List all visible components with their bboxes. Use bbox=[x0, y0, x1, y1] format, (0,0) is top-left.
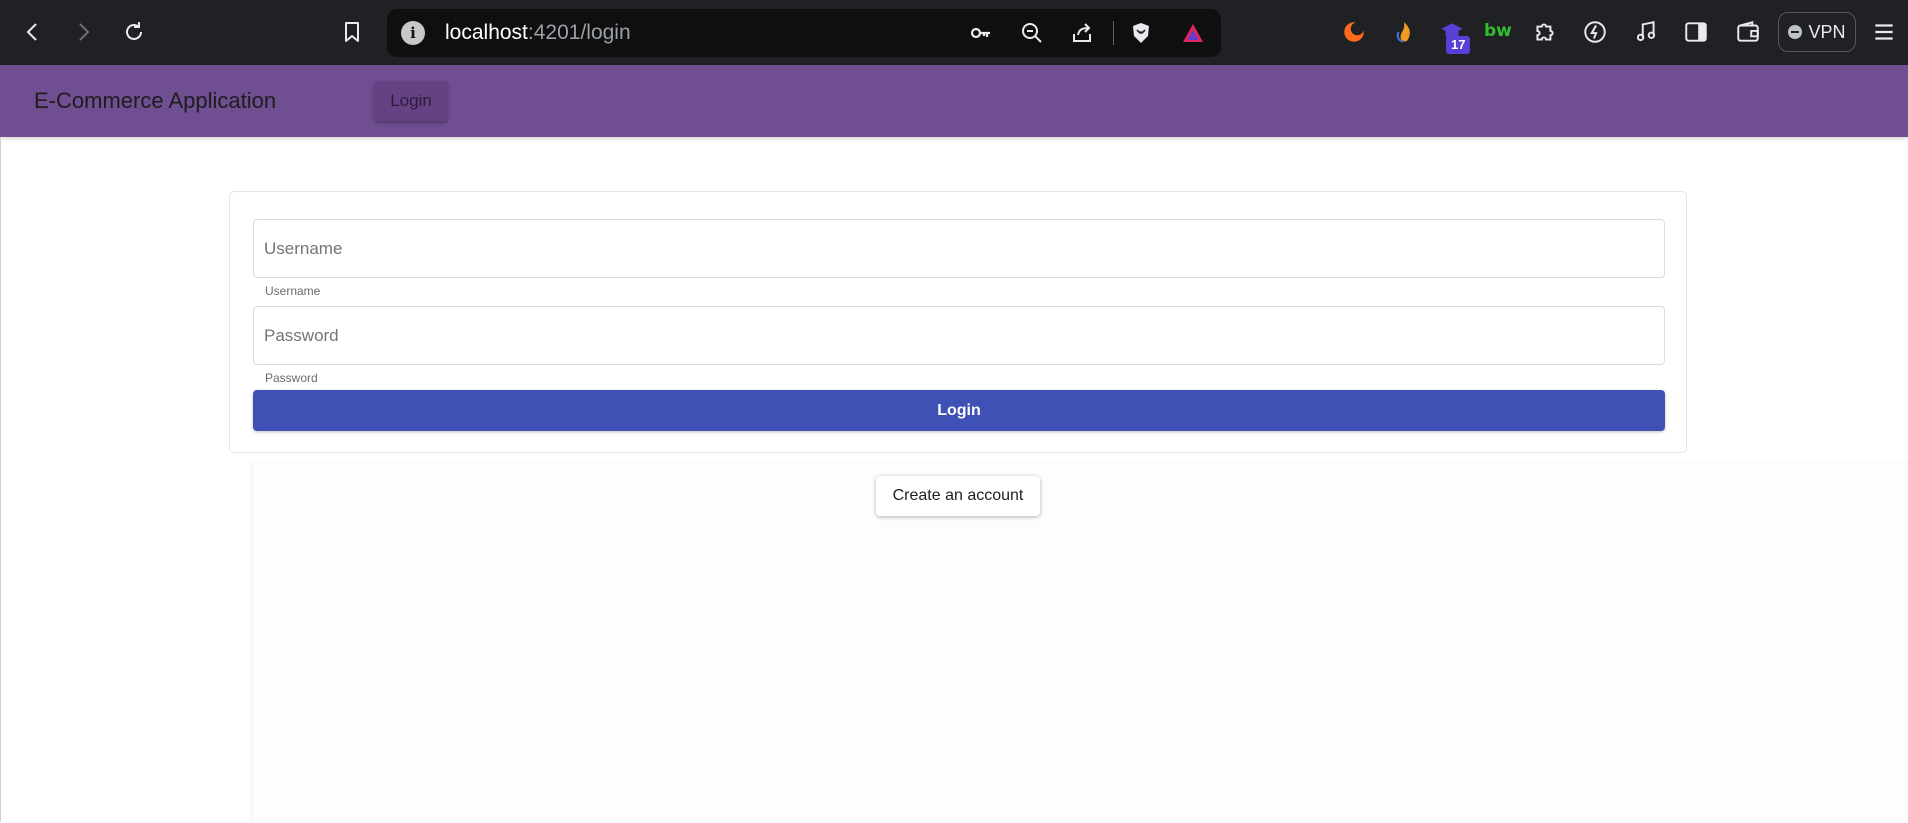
brave-rewards-icon[interactable] bbox=[1179, 19, 1207, 47]
reload-button[interactable] bbox=[115, 13, 153, 51]
login-card: Username Password Login bbox=[229, 191, 1687, 453]
nav-login-button[interactable]: Login bbox=[374, 81, 448, 121]
chevron-left-icon bbox=[26, 23, 37, 41]
menu-hamburger-icon[interactable] bbox=[1869, 17, 1899, 47]
wallet-icon[interactable] bbox=[1733, 17, 1763, 47]
share-icon[interactable] bbox=[1068, 19, 1096, 47]
site-info-icon[interactable]: i bbox=[401, 21, 425, 45]
extension-moon-icon[interactable] bbox=[1339, 17, 1369, 47]
app-title: E-Commerce Application bbox=[34, 88, 277, 113]
reload-icon bbox=[126, 22, 142, 40]
divider bbox=[1113, 21, 1114, 45]
bookmark-icon bbox=[345, 22, 359, 42]
vpn-status-icon bbox=[1788, 25, 1803, 39]
create-account-button[interactable]: Create an account bbox=[876, 476, 1040, 516]
address-bar[interactable]: i localhost:4201/login bbox=[387, 9, 1221, 57]
vpn-button[interactable]: VPN bbox=[1778, 12, 1856, 52]
brave-shields-icon[interactable] bbox=[1127, 19, 1155, 47]
sidebar-toggle-icon[interactable] bbox=[1681, 17, 1711, 47]
app-toolbar: E-Commerce Application Login bbox=[0, 65, 1908, 137]
vpn-label: VPN bbox=[1808, 21, 1846, 42]
media-music-icon[interactable] bbox=[1631, 17, 1661, 47]
login-submit-button[interactable]: Login bbox=[253, 390, 1665, 431]
zoom-out-icon[interactable] bbox=[1018, 19, 1046, 47]
password-input[interactable] bbox=[254, 307, 1664, 364]
back-button[interactable] bbox=[14, 13, 52, 51]
url-host: localhost bbox=[445, 21, 528, 44]
chevron-right-icon bbox=[79, 23, 90, 41]
extension-flame-icon[interactable] bbox=[1389, 17, 1419, 47]
leo-assistant-icon[interactable] bbox=[1580, 17, 1610, 47]
password-hint: Password bbox=[265, 371, 318, 385]
bookmark-button[interactable] bbox=[333, 13, 371, 51]
forward-button[interactable] bbox=[64, 13, 102, 51]
key-icon[interactable] bbox=[967, 19, 995, 47]
username-field-container bbox=[253, 219, 1665, 278]
content-background bbox=[251, 462, 1908, 823]
browser-toolbar: i localhost:4201/login 17 bw VPN bbox=[0, 0, 1908, 66]
username-hint: Username bbox=[265, 284, 321, 298]
url-text[interactable]: localhost:4201/login bbox=[445, 21, 631, 45]
extensions-puzzle-icon[interactable] bbox=[1530, 17, 1560, 47]
extension-badge: 17 bbox=[1446, 36, 1471, 54]
username-input[interactable] bbox=[254, 220, 1664, 277]
extension-bw-icon[interactable]: bw bbox=[1484, 21, 1512, 41]
password-field-container bbox=[253, 306, 1665, 365]
url-path: :4201/login bbox=[527, 21, 631, 44]
page-left-border bbox=[0, 137, 1, 822]
